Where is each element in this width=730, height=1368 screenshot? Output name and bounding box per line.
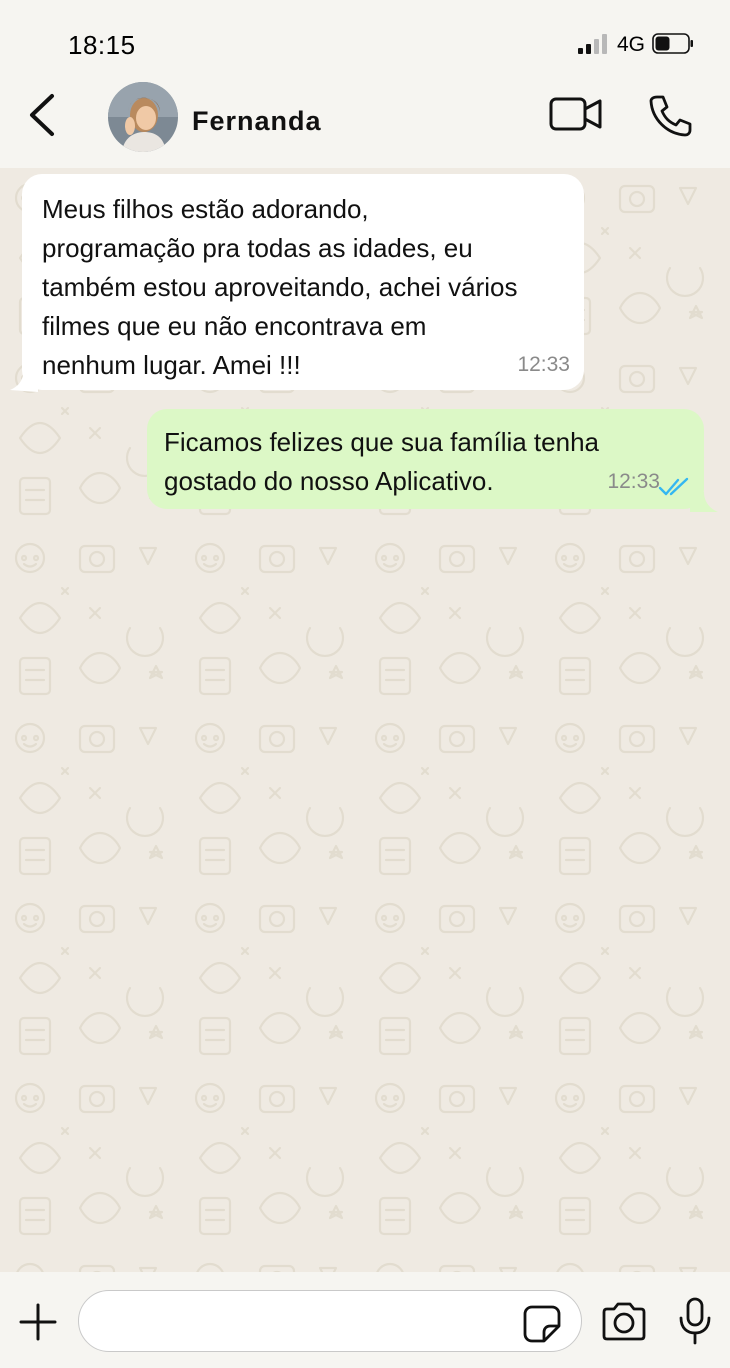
double-check-read-icon	[658, 477, 689, 496]
incoming-message-bubble[interactable]: Meus filhos estão adorando, programação …	[22, 174, 584, 390]
contact-name[interactable]: Fernanda	[192, 106, 322, 137]
message-input[interactable]	[78, 1290, 582, 1352]
phone-icon[interactable]	[648, 94, 692, 138]
sticker-icon[interactable]	[522, 1304, 562, 1344]
message-time: 12:33	[517, 353, 570, 376]
message-time: 12:33	[607, 470, 660, 493]
status-bar: 18:15 4G	[0, 0, 730, 82]
battery-icon	[652, 33, 693, 54]
microphone-icon[interactable]	[676, 1296, 714, 1346]
message-text: Meus filhos estão adorando, programação …	[42, 194, 518, 380]
avatar[interactable]	[108, 82, 178, 152]
camera-icon[interactable]	[600, 1300, 648, 1344]
plus-icon[interactable]	[18, 1302, 58, 1342]
chat-header: Fernanda	[0, 82, 730, 168]
composer-bar	[0, 1272, 730, 1368]
network-type-label: 4G	[617, 33, 646, 56]
status-time: 18:15	[68, 30, 136, 60]
outgoing-message-bubble[interactable]: Ficamos felizes que sua família tenha go…	[147, 409, 704, 509]
cellular-signal-icon	[578, 34, 610, 54]
chevron-left-icon[interactable]	[22, 92, 62, 138]
chat-area[interactable]: Meus filhos estão adorando, programação …	[0, 168, 730, 1272]
video-camera-icon[interactable]	[549, 96, 603, 132]
